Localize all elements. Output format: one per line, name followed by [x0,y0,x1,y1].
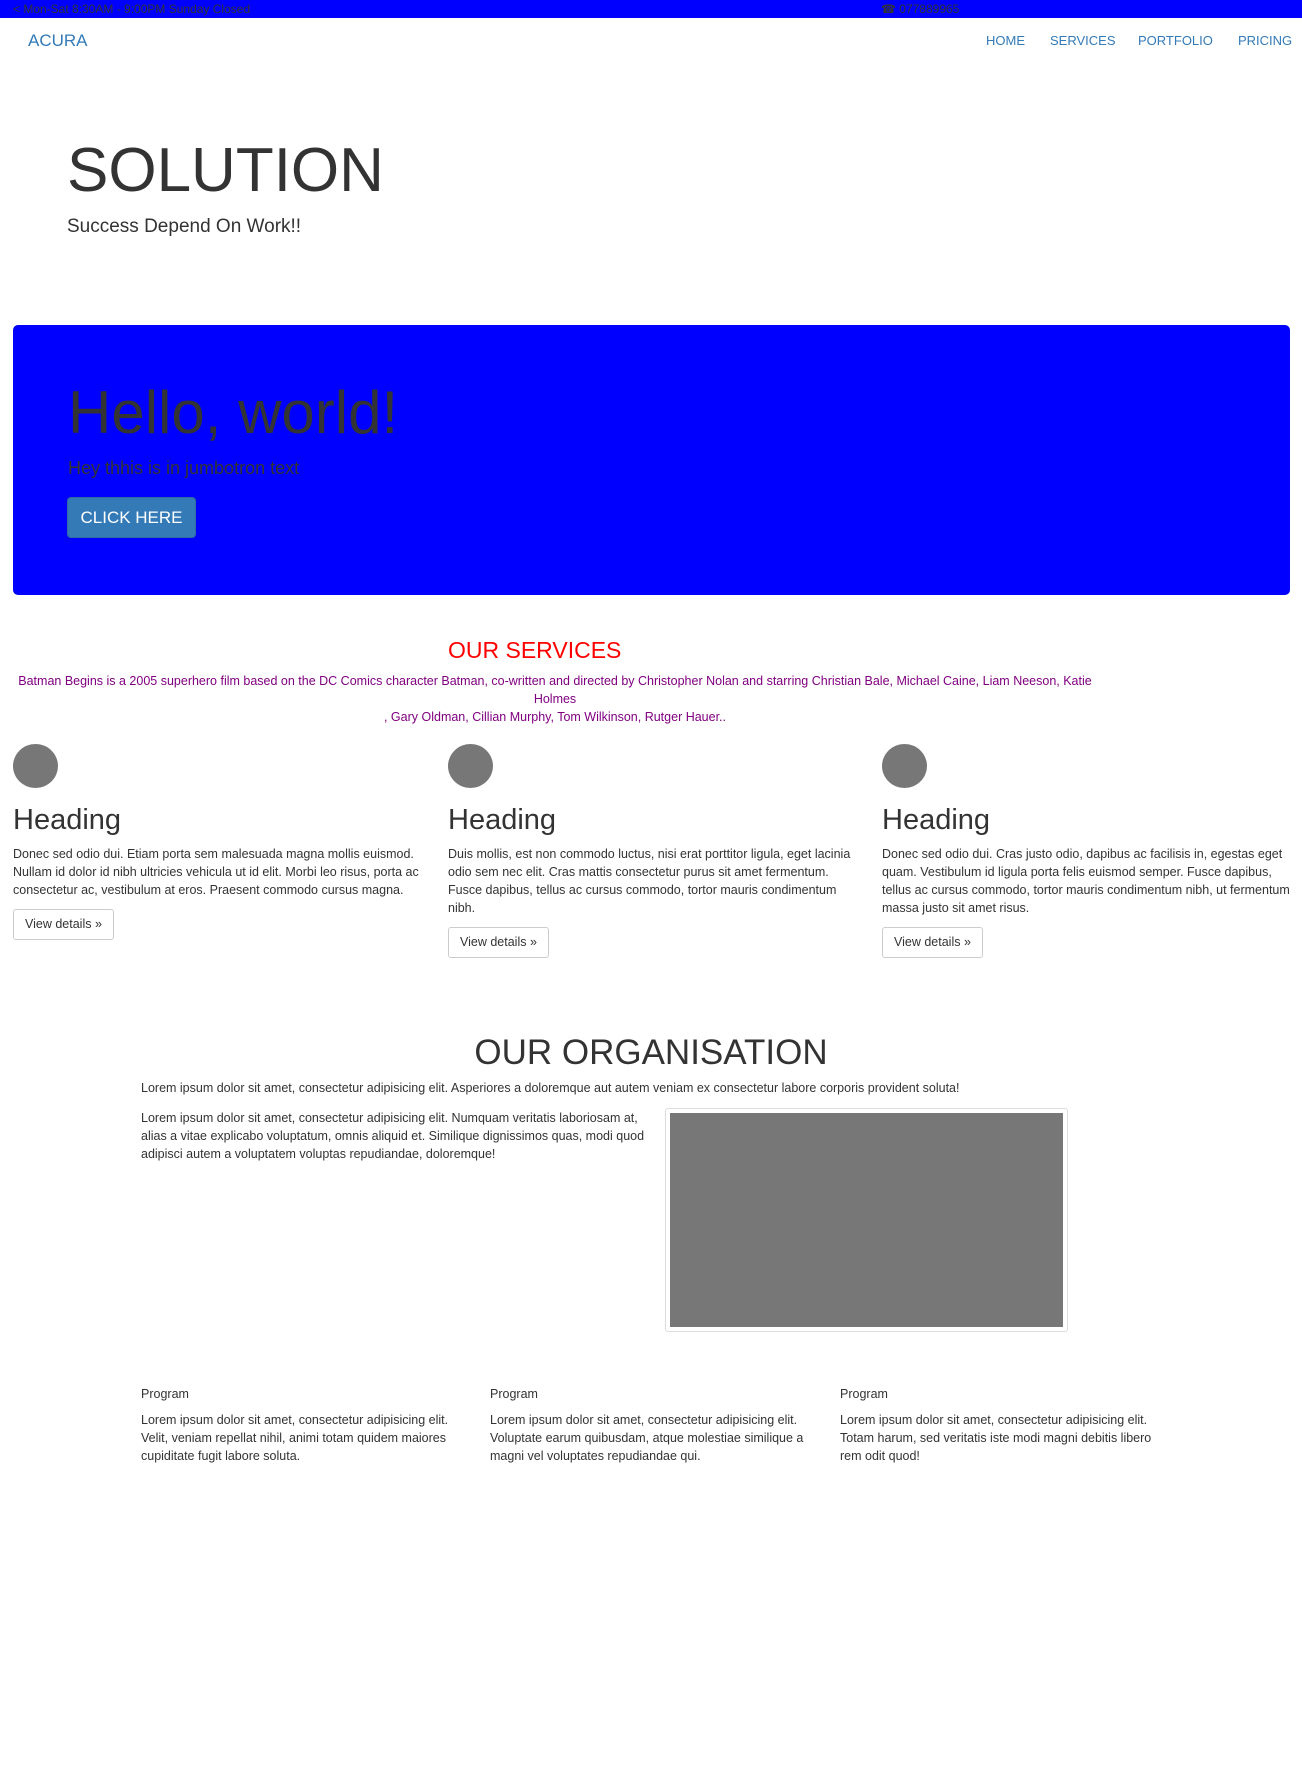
view-details-button[interactable]: View details » [13,909,114,940]
service-column-3: Heading Donec sed odio dui. Cras justo o… [882,744,1292,958]
jumbotron-text: Hey thhis is in jumbotron text [68,458,300,478]
nav-home[interactable]: HOME [986,33,1025,48]
navbar: ACURA HOME SERVICES PORTFOLIO PRICING [0,18,1302,64]
nav-services[interactable]: SERVICES [1050,33,1116,48]
business-hours: < Mon-Sat 8:30AM - 9:00PM Sunday Closed [13,2,251,16]
service-column-1: Heading Donec sed odio dui. Etiam porta … [13,744,423,940]
organisation-text: Lorem ipsum dolor sit amet, consectetur … [141,1111,645,1161]
jumbotron: Hello, world! Hey thhis is in jumbotron … [13,325,1290,595]
services-description: Batman Begins is a 2005 superhero film b… [0,672,1110,726]
phone-number: ☎ 077889965 [881,2,960,16]
program-title: Program [840,1387,888,1401]
services-description-line2: , Gary Oldman, Cillian Murphy, Tom Wilki… [383,710,727,724]
program-column-1: Program Lorem ipsum dolor sit amet, cons… [141,1387,461,1465]
services-description-line1: Batman Begins is a 2005 superhero film b… [18,674,1092,706]
top-info-bar: < Mon-Sat 8:30AM - 9:00PM Sunday Closed … [0,0,1302,18]
nav-pricing[interactable]: PRICING [1238,33,1292,48]
service-circle-image [882,744,927,788]
service-text: Donec sed odio dui. Cras justo odio, dap… [882,847,1290,915]
service-text: Donec sed odio dui. Etiam porta sem male… [13,847,419,897]
hero-subtitle: Success Depend On Work!! [67,216,302,237]
program-text: Lorem ipsum dolor sit amet, consectetur … [141,1413,449,1463]
service-heading: Heading [448,804,557,836]
hero-title: SOLUTION [67,136,384,205]
program-text: Lorem ipsum dolor sit amet, consectetur … [490,1413,804,1463]
jumbotron-title: Hello, world! [68,379,399,446]
brand-logo[interactable]: ACURA [28,31,88,51]
click-here-button[interactable]: CLICK HERE [67,497,196,538]
organisation-image-placeholder [670,1113,1063,1327]
service-column-2: Heading Duis mollis, est non commodo luc… [448,744,858,958]
organisation-lead: Lorem ipsum dolor sit amet, consectetur … [141,1081,960,1095]
service-circle-image [13,744,58,788]
program-title: Program [490,1387,538,1401]
service-circle-image [448,744,493,788]
view-details-button[interactable]: View details » [882,927,983,958]
program-column-3: Program Lorem ipsum dolor sit amet, cons… [840,1387,1160,1465]
services-title: OUR SERVICES [448,637,622,663]
service-heading: Heading [882,804,991,836]
program-column-2: Program Lorem ipsum dolor sit amet, cons… [490,1387,810,1465]
view-details-button[interactable]: View details » [448,927,549,958]
nav-portfolio[interactable]: PORTFOLIO [1138,33,1213,48]
service-heading: Heading [13,804,122,836]
program-title: Program [141,1387,189,1401]
organisation-image-frame [665,1108,1068,1332]
program-text: Lorem ipsum dolor sit amet, consectetur … [840,1413,1152,1463]
service-text: Duis mollis, est non commodo luctus, nis… [448,847,851,915]
organisation-title: OUR ORGANISATION [474,1033,828,1072]
